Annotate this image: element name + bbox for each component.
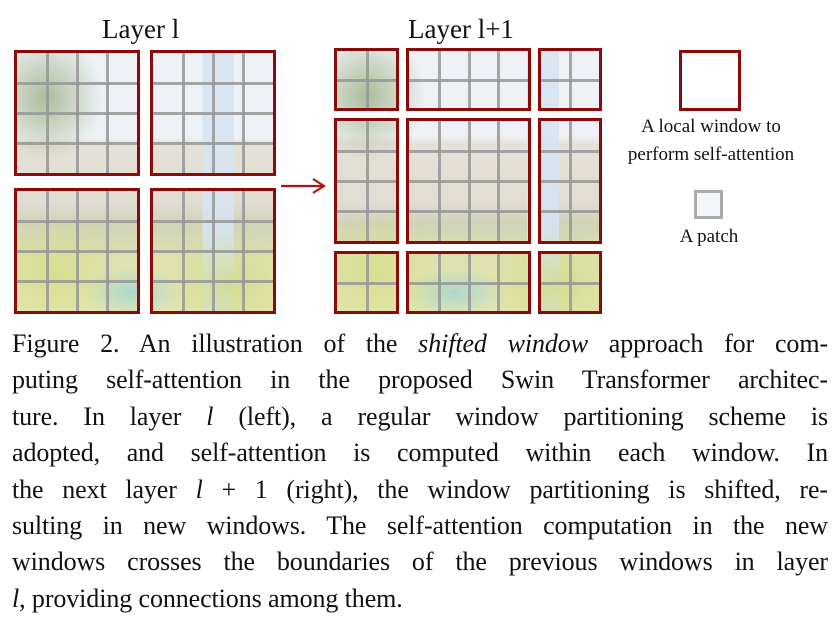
layer-l-plus-1-window-r3c1 (334, 251, 399, 314)
patch-boundary-horizontal (337, 180, 396, 183)
layer-l-window-r1c2 (150, 50, 276, 176)
caption-line: puting self-attention in the proposed Sw… (12, 365, 828, 395)
layer-l-window-r2c1 (14, 188, 140, 314)
patch-boundary-horizontal (337, 282, 396, 285)
caption-text: (left), a regular window partitioning sc… (213, 401, 828, 431)
caption-text: the next layer (12, 474, 196, 504)
caption-emphasis: shifted window (418, 329, 588, 358)
caption-text: + 1 (right), the window partitioning is … (202, 474, 828, 504)
patch-boundary-horizontal (17, 280, 137, 283)
patch-boundary-horizontal (17, 250, 137, 253)
patch-boundary-horizontal (541, 282, 599, 285)
patch-boundary-horizontal (153, 82, 273, 85)
caption-emphasis: l (195, 474, 203, 504)
caption-line: ture. In layer l (left), a regular windo… (12, 399, 828, 435)
layer-l-plus-1-window-r3c2 (406, 251, 531, 314)
layer-l-plus-1-window-r1c3 (538, 48, 602, 111)
caption-line: adopted, and self-attention is computed … (12, 438, 828, 468)
layer-l-title: Layer l (102, 14, 180, 44)
patch-boundary-horizontal (153, 112, 273, 115)
layer-l-window-r1c1 (14, 50, 140, 176)
patch-boundary-horizontal (153, 250, 273, 253)
layer-l-plus-1-window-r1c2 (406, 48, 531, 111)
legend-window-label-line2: perform self-attention (627, 144, 795, 165)
patch-boundary-horizontal (153, 142, 273, 145)
caption-text: , providing connections among them. (19, 583, 403, 613)
layer-l-plus-1-window-r2c1 (334, 118, 399, 244)
caption-line: the next layer l + 1 (right), the window… (12, 472, 828, 508)
caption-line: Figure 2. An illustration of the shifted… (12, 326, 828, 362)
patch-boundary-horizontal (541, 210, 599, 213)
patch-boundary-horizontal (153, 280, 273, 283)
patch-boundary-horizontal (17, 142, 137, 145)
legend-window-label-line1: A local window to (641, 116, 781, 137)
legend-patch-swatch (694, 190, 723, 219)
patch-boundary-horizontal (337, 210, 396, 213)
patch-boundary-horizontal (337, 79, 396, 82)
legend-patch-label: A patch (679, 226, 739, 247)
layer-l-plus-1-window-r2c3 (538, 118, 602, 244)
patch-boundary-horizontal (153, 220, 273, 223)
caption-text: ture. In layer (12, 401, 207, 431)
patch-boundary-horizontal (409, 282, 528, 285)
patch-boundary-horizontal (409, 210, 528, 213)
layer-l-plus-1-title: Layer l+1 (408, 14, 514, 44)
patch-boundary-horizontal (337, 150, 396, 153)
caption-line: windows crosses the boundaries of the pr… (12, 547, 828, 577)
legend-window-swatch (679, 50, 741, 111)
patch-boundary-horizontal (541, 150, 599, 153)
patch-boundary-horizontal (409, 180, 528, 183)
layer-l-plus-1-window-r1c1 (334, 48, 399, 111)
right-arrow-icon (281, 178, 327, 194)
caption-line: sulting in new windows. The self-attenti… (12, 511, 828, 541)
layer-l-window-r2c2 (150, 188, 276, 314)
layer-l-plus-1-window-r3c3 (538, 251, 602, 314)
caption-text: Figure 2. An illustration of the (12, 329, 419, 358)
patch-boundary-horizontal (17, 112, 137, 115)
figure-caption: Figure 2. An illustration of the shifted… (12, 326, 828, 617)
layer-l-plus-1-window-r2c2 (406, 118, 531, 244)
patch-boundary-horizontal (409, 79, 528, 82)
caption-line: l, providing connections among them. (12, 581, 828, 617)
caption-text: approach for com- (587, 329, 828, 358)
patch-boundary-horizontal (409, 150, 528, 153)
patch-boundary-horizontal (541, 180, 599, 183)
patch-boundary-horizontal (541, 79, 599, 82)
patch-boundary-horizontal (17, 82, 137, 85)
patch-boundary-horizontal (17, 220, 137, 223)
